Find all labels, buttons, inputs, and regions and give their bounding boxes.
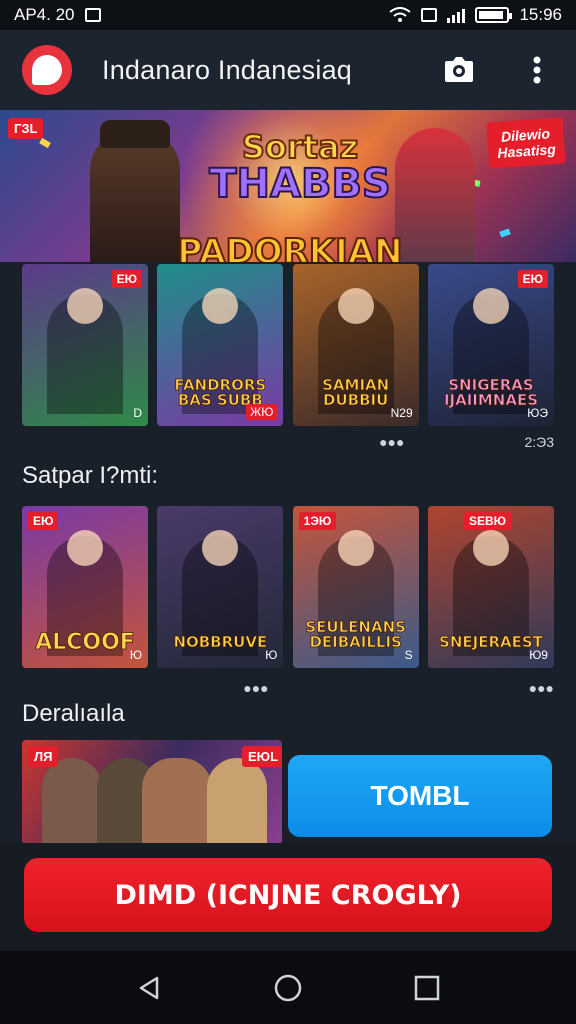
section-title-1: Satpar I?mti: [22, 462, 159, 489]
game-card[interactable]: FANDRORS BAS SUBB ЖЮ [157, 264, 284, 426]
banner-title-line1: Sortaz [241, 128, 359, 166]
row1-dots[interactable]: ●●● [379, 434, 404, 450]
card-title: SNIGERAS IJAIIMNAES [443, 376, 539, 409]
card-badge: ЕЮ [517, 270, 548, 288]
app-bar: Indanaro Indanesiaq [0, 30, 576, 110]
card-title: NOBBRUVE [173, 633, 268, 651]
sd-card-icon [421, 8, 438, 22]
row2-pager: ●●● ●●● [22, 680, 554, 696]
card-number: Ю [129, 648, 142, 662]
banner-tag-right: Dilewio Hasatisg [486, 117, 566, 169]
camera-icon[interactable] [442, 53, 476, 87]
section-title-2: Deralıaıla [22, 700, 125, 727]
more-vert-icon[interactable] [520, 53, 554, 87]
card-number: Ю9 [529, 648, 548, 662]
row2-dots-end[interactable]: ●●● [529, 680, 554, 696]
battery-icon [475, 7, 513, 23]
game-card[interactable]: ЕЮ SNIGERAS IJAIIMNAES ЮЭ [427, 264, 554, 426]
hero-banner[interactable]: ГЗL Dilewio Hasatisg Sortaz THABBS PADOR… [0, 110, 576, 262]
card-number: S [404, 648, 413, 662]
status-time-left: AP4. 20 [14, 5, 75, 24]
banner-subtitle: PADORKIAN [176, 231, 403, 262]
card-title: ALCOOF [35, 630, 135, 655]
banner-title: Sortaz THABBS [200, 128, 400, 207]
main-cta-button[interactable]: DIMD (ICNJNE CROGLY) [24, 858, 552, 932]
game-card[interactable]: ЕЮ ALCOOF Ю [22, 506, 148, 668]
card-title: SEULENANS DEIBAILLIS [305, 618, 406, 651]
game-row-2: ЕЮ ALCOOF Ю NOBBRUVE Ю 1ЭЮ SEULENANS DEI… [22, 506, 554, 668]
back-icon[interactable] [129, 968, 169, 1008]
game-card[interactable]: ЕЮ D [22, 264, 148, 426]
status-time-right: 15:96 [519, 5, 562, 24]
banner-tag-left: ГЗL [8, 118, 44, 139]
promo-tag-right: ЕЮL [242, 746, 282, 767]
card-badge: SЕBЮ [463, 512, 512, 530]
app-title: Indanaro Indanesiaq [102, 54, 353, 85]
promo-thumbnail[interactable]: ЛЯ ЕЮL [22, 740, 282, 844]
home-icon[interactable] [268, 968, 308, 1008]
banner-title-line2: THABBS [208, 161, 392, 207]
system-nav-bar [0, 951, 576, 1024]
card-number: ЮЭ [527, 406, 548, 420]
app-logo-icon[interactable] [22, 45, 72, 95]
recents-icon[interactable] [407, 968, 447, 1008]
row1-page-indicator: 2:Э3 [524, 434, 554, 450]
game-card[interactable]: NOBBRUVE Ю [157, 506, 284, 668]
row1-pager: ●●● 2:Э3 [22, 434, 554, 450]
card-badge: ЕЮ [28, 512, 59, 530]
status-bar: AP4. 20 15:96 [0, 0, 576, 30]
card-badge: ЕЮ [111, 270, 142, 288]
card-number: D [133, 406, 142, 420]
card-title: SAMIAN DUBBIU [322, 376, 390, 409]
game-card[interactable]: SAMIAN DUBBIU N29 [292, 264, 419, 426]
tombl-button[interactable]: TOMBL [288, 755, 552, 837]
card-number: Ю [265, 648, 278, 662]
card-number: N29 [390, 406, 413, 420]
card-number: ЖЮ [246, 404, 278, 420]
row2-dots[interactable]: ●●● [243, 680, 268, 696]
promo-tag-left: ЛЯ [28, 746, 59, 767]
game-row-1: ЕЮ D FANDRORS BAS SUBB ЖЮ SAMIAN DUBBIU … [22, 264, 554, 426]
wifi-icon [389, 7, 412, 22]
photo-notification-icon [84, 8, 101, 22]
card-badge: 1ЭЮ [298, 512, 337, 530]
signal-icon [447, 7, 466, 23]
game-card[interactable]: 1ЭЮ SEULENANS DEIBAILLIS S [292, 506, 419, 668]
game-card[interactable]: SЕBЮ SNEJERAEST Ю9 [427, 506, 554, 668]
